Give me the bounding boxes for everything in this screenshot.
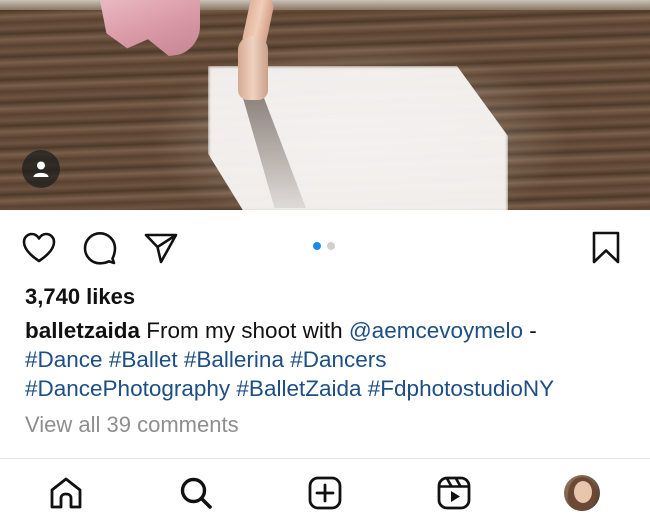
caption-username[interactable]: balletzaida (25, 318, 140, 343)
like-button[interactable] (21, 230, 57, 266)
carousel-dot (327, 242, 335, 250)
hashtag[interactable]: #BalletZaida (236, 376, 361, 401)
comment-button[interactable] (82, 230, 118, 266)
photo-pointe-shoe (238, 36, 268, 100)
bottom-nav (0, 458, 650, 521)
bookmark-icon (592, 231, 620, 264)
nav-search[interactable] (176, 473, 216, 513)
hashtag[interactable]: #FdphotostudioNY (368, 376, 554, 401)
caption-text: From my shoot with (140, 318, 349, 343)
person-icon (33, 161, 49, 177)
photo-skirt (96, 0, 200, 56)
comment-icon (83, 232, 117, 265)
post-caption: balletzaida From my shoot with @aemcevoy… (25, 316, 635, 403)
post-actions (0, 210, 650, 284)
view-comments-link[interactable]: View all 39 comments (25, 412, 239, 438)
post-photo[interactable] (0, 0, 650, 210)
nav-reels[interactable] (434, 473, 474, 513)
caption-mention[interactable]: @aemcevoymelo (349, 318, 523, 343)
likes-count[interactable]: 3,740 likes (25, 284, 135, 310)
create-icon (308, 476, 342, 510)
nav-profile[interactable] (562, 473, 602, 513)
hashtag[interactable]: #Dancers (290, 347, 386, 372)
caption-dash: - (523, 318, 537, 343)
carousel-dot-active (313, 242, 321, 250)
hashtag[interactable]: #Dance (25, 347, 103, 372)
nav-home[interactable] (46, 473, 86, 513)
home-icon (50, 477, 82, 509)
photo-wall (0, 0, 650, 10)
heart-icon (22, 232, 56, 263)
reels-icon (437, 476, 471, 510)
search-icon (180, 477, 212, 509)
share-button[interactable] (143, 230, 179, 266)
send-icon (144, 233, 178, 264)
profile-avatar (564, 475, 600, 511)
hashtag[interactable]: #Ballerina (184, 347, 284, 372)
carousel-indicator (313, 242, 335, 250)
avatar-face (574, 481, 592, 503)
save-button[interactable] (588, 230, 624, 266)
hashtag[interactable]: #Ballet (109, 347, 178, 372)
hashtag[interactable]: #DancePhotography (25, 376, 230, 401)
nav-create[interactable] (305, 473, 345, 513)
tagged-people-button[interactable] (22, 150, 60, 188)
